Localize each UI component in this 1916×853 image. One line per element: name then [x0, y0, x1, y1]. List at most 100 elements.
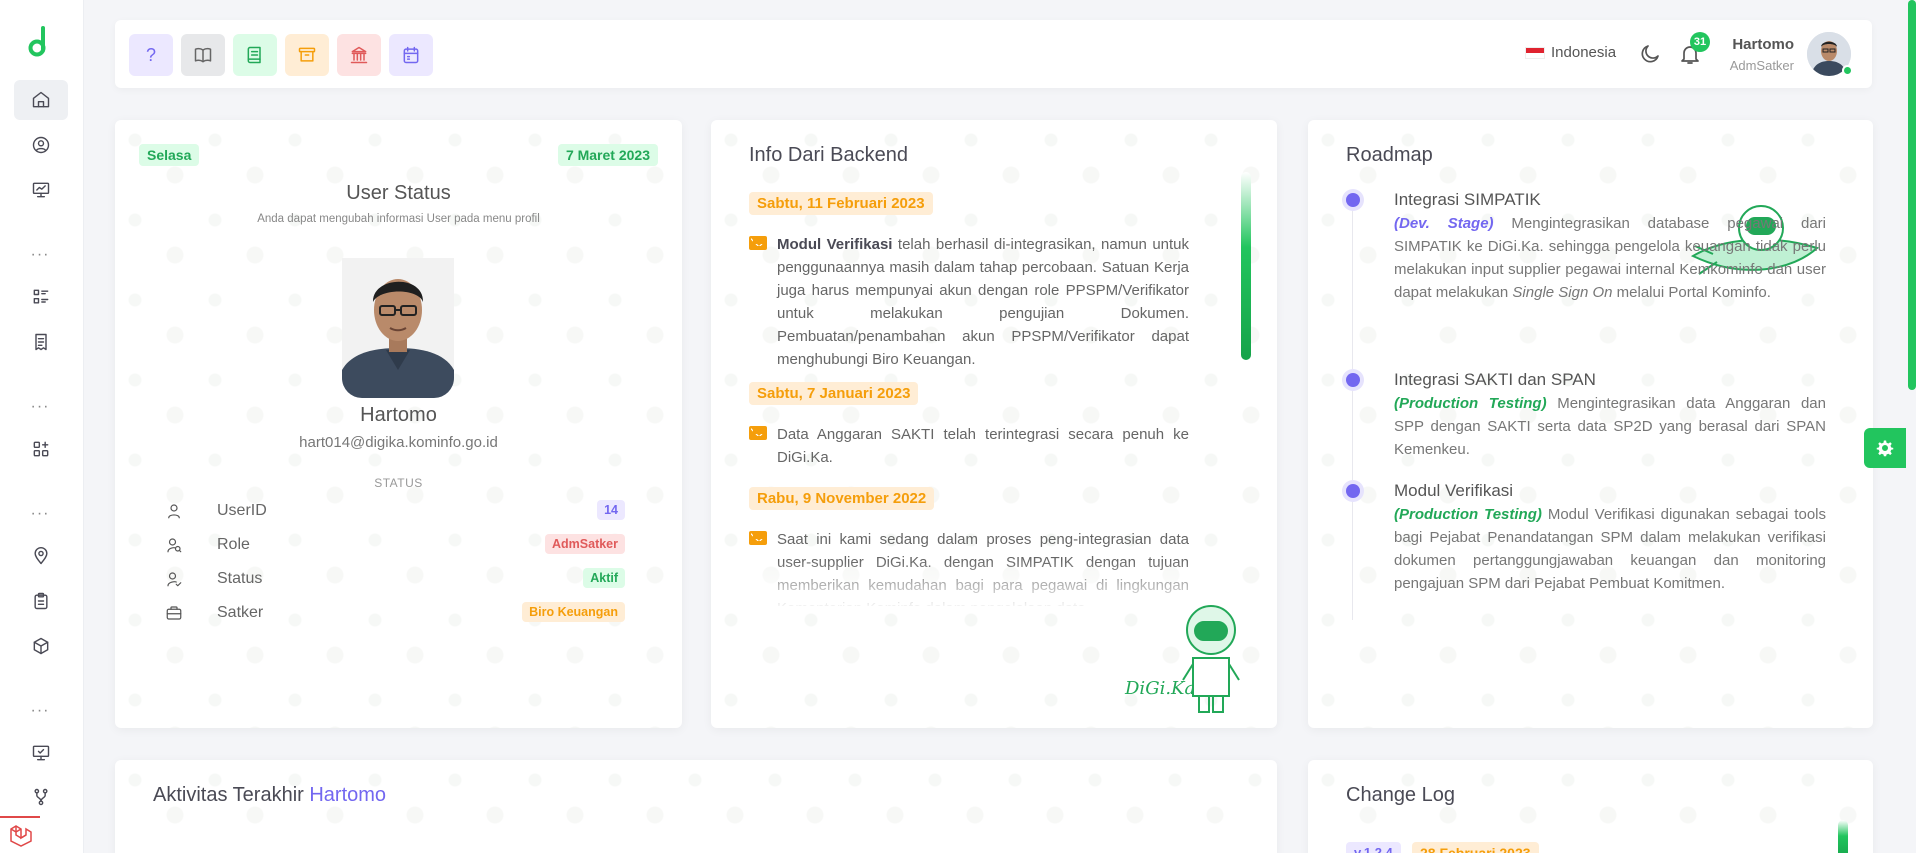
status-row-satker: Satker Biro Keuangan [165, 602, 625, 626]
gear-icon [1876, 440, 1894, 457]
mail-icon [749, 236, 767, 250]
status-row-status: Status Aktif [165, 568, 625, 592]
sidebar-item-location[interactable] [14, 536, 68, 576]
astronaut-mascot-icon [1182, 605, 1240, 713]
status-row-label: Status [217, 570, 263, 587]
list-details-icon [33, 289, 49, 304]
news-item: Data Anggaran SAKTI telah terintegrasi s… [749, 423, 1189, 469]
book-button[interactable] [181, 34, 225, 76]
sidebar-item-profile[interactable] [14, 125, 68, 165]
roadmap-card: Roadmap Integrasi SIMPATIK (Dev. Stage) … [1308, 120, 1873, 728]
version-badge: v.1.2.4 [1346, 842, 1401, 853]
sidebar: ··· ··· ··· ··· [0, 0, 84, 853]
sidebar-item-branch[interactable] [14, 777, 68, 817]
sidebar-item-document[interactable] [14, 322, 68, 362]
theme-customizer-button[interactable] [1864, 428, 1906, 468]
archive-icon [298, 47, 316, 62]
timeline-dot [1346, 484, 1360, 498]
activity-card: Aktivitas Terakhir Hartomo [115, 760, 1277, 853]
roadmap-item: Integrasi SIMPATIK (Dev. Stage) Menginte… [1394, 190, 1826, 304]
news-text: telah berhasil di-integrasikan, namun un… [777, 236, 1190, 368]
digika-logo[interactable] [28, 26, 50, 58]
bank-button[interactable] [337, 34, 381, 76]
roadmap-stage-tag: (Dev. Stage) [1394, 215, 1494, 232]
navbar-user-role: AdmSatker [1729, 58, 1794, 73]
mail-icon [749, 426, 767, 440]
language-selector[interactable]: Indonesia [1525, 44, 1616, 61]
card-title: Aktivitas Terakhir Hartomo [153, 784, 386, 807]
news-highlight: Modul Verifikasi [777, 236, 893, 253]
apps-icon [33, 441, 49, 457]
card-title: Roadmap [1346, 144, 1433, 166]
user-status-card: Selasa 7 Maret 2023 User Status Anda dap… [115, 120, 682, 728]
user-search-icon [165, 536, 183, 554]
roadmap-stage-tag: (Production Testing) [1394, 506, 1542, 523]
top-navbar: ? Indonesia 31 Hartomo AdmSatker [115, 20, 1872, 88]
moon-icon [1641, 45, 1659, 63]
news-date: Sabtu, 7 Januari 2023 [749, 382, 919, 405]
status-row-label: UserID [217, 502, 267, 519]
activity-title-user: Hartomo [309, 784, 387, 806]
clipboard-icon [34, 592, 48, 610]
archive-button[interactable] [285, 34, 329, 76]
timeline-dot [1346, 373, 1360, 387]
card-subtitle: Anda dapat mengubah informasi User pada … [257, 213, 540, 225]
profile-photo [342, 258, 454, 398]
briefcase-icon [165, 604, 183, 622]
roadmap-item-title: Integrasi SAKTI dan SPAN [1394, 370, 1596, 389]
profile-name: Hartomo [360, 404, 437, 426]
question-icon: ? [145, 44, 156, 65]
laravel-logo [0, 816, 40, 853]
sidebar-item-screen[interactable] [14, 733, 68, 773]
sidebar-separator: ··· [30, 246, 50, 263]
sidebar-item-monitor[interactable] [14, 170, 68, 210]
roadmap-item: Integrasi SAKTI dan SPAN (Production Tes… [1394, 370, 1826, 461]
sidebar-item-home[interactable] [14, 80, 68, 120]
device-desktop-icon [32, 745, 50, 761]
user-icon [165, 502, 183, 520]
calendar-button[interactable] [389, 34, 433, 76]
card-title: User Status [346, 182, 451, 204]
notification-count-badge: 31 [1690, 32, 1710, 52]
sidebar-separator: ··· [30, 702, 50, 719]
git-branch-icon [34, 788, 48, 806]
navbar-user-name[interactable]: Hartomo [1732, 36, 1794, 53]
news-scrollbar[interactable] [1241, 172, 1251, 360]
timeline-line [1352, 200, 1353, 620]
userid-value: 14 [597, 500, 625, 520]
profile-email: hart014@digika.kominfo.go.id [299, 434, 498, 451]
dark-mode-toggle[interactable] [1638, 42, 1662, 66]
sidebar-item-list[interactable] [14, 277, 68, 317]
indonesia-flag-icon [1525, 46, 1545, 59]
roadmap-stage-tag: (Production Testing) [1394, 395, 1547, 412]
changelog-card: Change Log v.1.2.4 28 Februari 2023 [1308, 760, 1873, 853]
language-label: Indonesia [1551, 44, 1617, 61]
user-circle-icon [32, 136, 50, 154]
card-title: Change Log [1346, 784, 1455, 806]
help-button[interactable]: ? [129, 34, 173, 76]
sidebar-item-clipboard[interactable] [14, 581, 68, 621]
news-date: Sabtu, 11 Februari 2023 [749, 192, 933, 215]
ledger-button[interactable] [233, 34, 277, 76]
changelog-scrollbar[interactable] [1838, 820, 1848, 853]
page-scrollbar[interactable] [1908, 0, 1916, 390]
changelog-date-badge: 28 Februari 2023 [1412, 842, 1539, 853]
box-icon [33, 637, 49, 655]
roadmap-item-emphasis: Single Sign On [1512, 284, 1613, 301]
day-badge: Selasa [139, 144, 200, 166]
satker-value: Biro Keuangan [522, 602, 625, 622]
sidebar-item-package[interactable] [14, 626, 68, 666]
status-row-label: Role [217, 536, 250, 553]
online-status-dot [1842, 65, 1853, 76]
activity-title-prefix: Aktivitas Terakhir [153, 784, 310, 806]
role-value: AdmSatker [545, 534, 625, 554]
news-date: Rabu, 9 November 2022 [749, 487, 935, 510]
mail-icon [749, 531, 767, 545]
map-pin-icon [34, 546, 48, 565]
status-value: Aktif [583, 568, 625, 588]
timeline-dot [1346, 193, 1360, 207]
info-backend-card: Info Dari Backend Sabtu, 11 Februari 202… [711, 120, 1277, 728]
roadmap-item-text: melalui Portal Kominfo. [1612, 284, 1771, 301]
building-bank-icon [350, 46, 368, 64]
sidebar-item-apps[interactable] [14, 429, 68, 469]
